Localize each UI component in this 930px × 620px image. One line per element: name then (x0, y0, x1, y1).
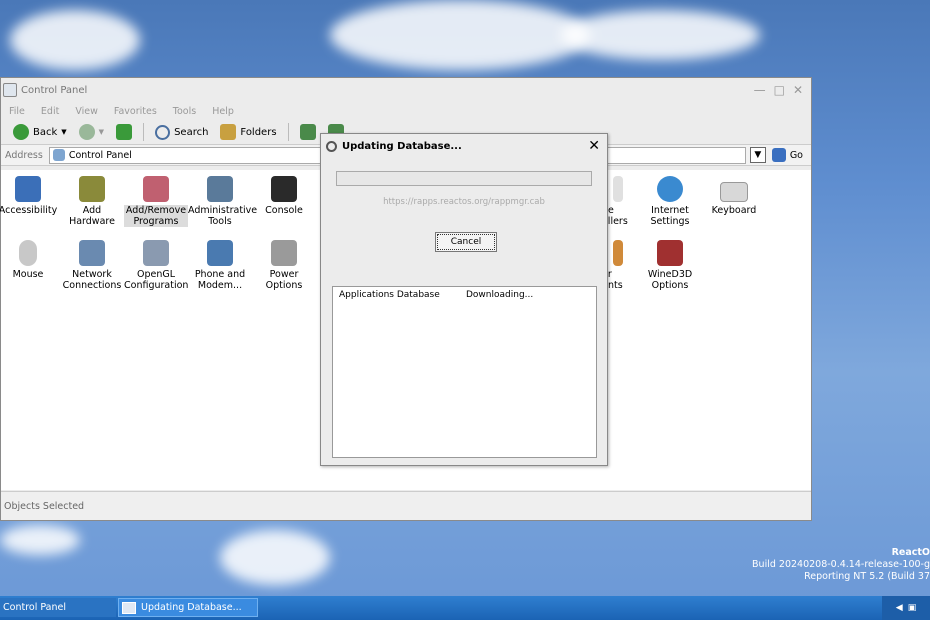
menu-bar: File Edit View Favorites Tools Help (1, 102, 811, 120)
cp-item-accessibility[interactable]: Accessibility (0, 176, 60, 216)
forward-arrow-icon (78, 124, 95, 140)
cp-item-add-remove-programs[interactable]: Add/Remove Programs (124, 176, 188, 227)
volume-icon[interactable]: ◀ (896, 603, 903, 613)
globe-icon (657, 176, 683, 202)
system-tray: ◀ ▣ (882, 596, 930, 620)
chevron-down-icon[interactable]: ▼ (61, 128, 66, 136)
power-icon (271, 240, 297, 266)
address-label: Address (5, 149, 43, 161)
folders-button[interactable]: Folders (216, 124, 280, 140)
wine-glass-icon (657, 240, 683, 266)
desktop-cloud (10, 10, 140, 70)
network-icon (79, 240, 105, 266)
build-watermark: ReactO Build 20240208-0.4.14-release-100… (752, 547, 930, 583)
cp-item-wined3d-options[interactable]: WineD3D Options (638, 240, 702, 291)
admin-tools-icon (207, 176, 233, 202)
window-titlebar[interactable]: Control Panel — □ ✕ (1, 78, 811, 102)
chevron-down-icon[interactable]: ▼ (99, 128, 104, 136)
cp-item-phone-and-modem[interactable]: Phone and Modem... (188, 240, 252, 291)
cp-item-keyboard[interactable]: Keyboard (702, 176, 766, 216)
control-panel-icon (52, 149, 65, 161)
close-icon[interactable]: ✕ (793, 83, 803, 97)
back-arrow-icon (13, 124, 29, 140)
programs-icon (143, 176, 169, 202)
menu-view[interactable]: View (75, 106, 98, 117)
address-dropdown-button[interactable]: ▼ (749, 147, 766, 163)
back-button[interactable]: Back ▼ (9, 124, 71, 140)
window-title: Control Panel (21, 84, 88, 96)
menu-help[interactable]: Help (212, 106, 234, 117)
minimize-icon[interactable]: — (754, 83, 766, 97)
forward-button[interactable]: ▼ (75, 124, 108, 140)
cp-item-internet-settings[interactable]: Internet Settings (638, 176, 702, 227)
window-icon (122, 601, 136, 614)
game-controller-icon (613, 176, 623, 202)
list-item-status: Downloading... (466, 290, 534, 300)
go-button[interactable]: Go (766, 148, 811, 162)
watermark-line-1: ReactO (891, 547, 930, 558)
download-list[interactable]: Applications Database Downloading... (332, 286, 597, 458)
status-text: Objects Selected (4, 500, 85, 512)
up-arrow-icon (116, 124, 133, 140)
dialog-titlebar[interactable]: Updating Database... ✕ (321, 134, 607, 158)
search-icon (155, 124, 171, 140)
status-bar: Objects Selected (1, 491, 811, 520)
accessibility-icon (15, 176, 41, 202)
menu-edit[interactable]: Edit (41, 106, 59, 117)
console-icon (271, 176, 297, 202)
taskbar-button-control-panel[interactable]: Control Panel (0, 598, 116, 617)
menu-file[interactable]: File (9, 106, 25, 117)
keyboard-icon (720, 182, 748, 202)
hardware-icon (79, 176, 105, 202)
menu-tools[interactable]: Tools (173, 106, 196, 117)
desktop-cloud (330, 0, 590, 70)
cp-item-mouse[interactable]: Mouse (0, 240, 60, 280)
toolbar-separator (287, 123, 289, 141)
search-button[interactable]: Search (151, 124, 212, 140)
phone-icon (207, 240, 233, 266)
folders-icon (220, 124, 237, 140)
taskbar: Control Panel Updating Database... ◀ ▣ (0, 596, 930, 620)
cp-item-administrative-tools[interactable]: Administrative Tools (188, 176, 257, 227)
network-tray-icon[interactable]: ▣ (908, 603, 917, 613)
download-progress-bar (336, 171, 592, 186)
toolbar-separator (143, 123, 145, 141)
move-to-icon (299, 124, 316, 140)
dialog-title: Updating Database... (342, 140, 462, 152)
cp-item-power-options[interactable]: Power Options (252, 240, 316, 291)
maximize-icon[interactable]: □ (774, 83, 785, 97)
desktop-cloud (560, 10, 760, 60)
move-to-button[interactable] (296, 124, 320, 140)
watermark-line-2: Build 20240208-0.4.14-release-100-g (752, 559, 930, 570)
control-panel-icon (3, 83, 17, 97)
watermark-line-3: Reporting NT 5.2 (Build 37 (804, 571, 930, 582)
address-value: Control Panel (68, 149, 132, 161)
list-item-name: Applications Database (339, 290, 440, 300)
cp-item-opengl-configuration[interactable]: OpenGL Configuration (124, 240, 188, 291)
tools-icon (143, 240, 169, 266)
taskbar-button-updating-database[interactable]: Updating Database... (118, 598, 258, 617)
desktop-cloud (220, 530, 330, 585)
cancel-button[interactable]: Cancel (435, 232, 497, 252)
user-icon (613, 240, 623, 266)
mouse-icon (19, 240, 37, 266)
download-url: https://rapps.reactos.org/rappmgr.cab (383, 197, 545, 207)
cp-item-console[interactable]: Console (252, 176, 316, 216)
cp-item-network-connections[interactable]: Network Connections (60, 240, 124, 291)
close-icon[interactable]: ✕ (588, 138, 600, 154)
updating-database-dialog: Updating Database... ✕ https://rapps.rea… (320, 133, 608, 466)
go-arrow-icon (771, 148, 786, 162)
gear-icon (326, 140, 337, 152)
desktop-cloud (0, 525, 80, 555)
menu-favorites[interactable]: Favorites (114, 106, 157, 117)
cp-item-add-hardware[interactable]: Add Hardware (60, 176, 124, 227)
list-item[interactable]: Applications Database Downloading... (333, 287, 596, 303)
up-button[interactable] (112, 124, 136, 140)
